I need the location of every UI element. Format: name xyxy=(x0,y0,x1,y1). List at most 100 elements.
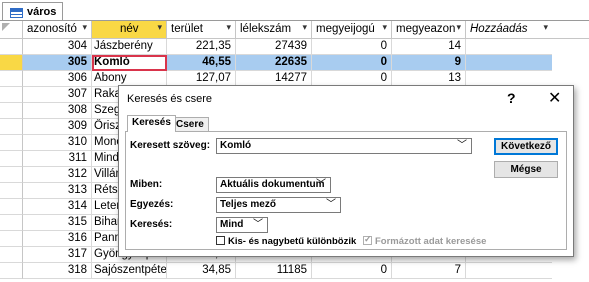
tab-kereses[interactable]: Keresés xyxy=(127,115,176,132)
population-cell[interactable]: 11185 xyxy=(236,263,312,279)
match-label: Egyezés: xyxy=(130,199,174,210)
select-all-corner[interactable] xyxy=(0,21,23,39)
population-cell[interactable]: 27439 xyxy=(236,39,312,55)
id-cell[interactable]: 308 xyxy=(23,103,92,119)
look-in-select[interactable]: Aktuális dokumentum ﹀ xyxy=(216,177,331,193)
table-row[interactable]: 304 Jászberény 221,35 27439 0 14 xyxy=(0,39,589,55)
chevron-down-icon[interactable]: ﹀ xyxy=(316,178,326,192)
id-cell[interactable]: 315 xyxy=(23,215,92,231)
column-header-label: lélekszám xyxy=(240,23,292,35)
row-selector[interactable] xyxy=(0,263,23,279)
name-cell[interactable]: Sajószentpéter xyxy=(92,263,167,279)
row-selector[interactable] xyxy=(0,103,23,119)
search-text-combo[interactable]: Komló ﹀ xyxy=(216,138,472,154)
add-cell[interactable] xyxy=(466,263,552,279)
column-dropdown-icon[interactable]: ▾ xyxy=(82,22,87,33)
look-in-label: Miben: xyxy=(130,179,163,190)
column-dropdown-icon[interactable]: ▾ xyxy=(302,22,307,33)
area-cell[interactable]: 46,55 xyxy=(167,55,236,71)
column-dropdown-icon[interactable]: ▾ xyxy=(382,22,387,33)
name-cell[interactable]: Jászberény xyxy=(92,39,167,55)
county-cell[interactable]: 7 xyxy=(392,263,466,279)
id-cell[interactable]: 304 xyxy=(23,39,92,55)
search-text-value: Komló xyxy=(220,140,252,151)
column-header-label: megyeazon xyxy=(396,23,456,35)
chevron-down-icon[interactable]: ﹀ xyxy=(326,198,336,212)
county-cell[interactable]: 9 xyxy=(392,55,466,71)
formatted-search-checkbox[interactable]: Formázott adat keresése xyxy=(363,234,486,247)
close-icon[interactable]: ✕ xyxy=(548,88,561,108)
county-seat-cell[interactable]: 0 xyxy=(312,55,392,71)
column-header-nev[interactable]: név ▾ xyxy=(92,21,167,39)
row-selector[interactable] xyxy=(0,71,23,87)
add-cell[interactable] xyxy=(466,39,552,55)
add-cell[interactable] xyxy=(466,55,552,71)
search-text-label: Keresett szöveg: xyxy=(130,140,211,151)
column-header-terulet[interactable]: terület ▾ xyxy=(167,21,236,39)
area-cell[interactable]: 34,85 xyxy=(167,263,236,279)
row-selector[interactable] xyxy=(0,231,23,247)
county-seat-cell[interactable]: 0 xyxy=(312,263,392,279)
row-selector[interactable] xyxy=(0,119,23,135)
chevron-down-icon[interactable]: ﹀ xyxy=(457,139,467,153)
row-selector[interactable] xyxy=(0,87,23,103)
id-cell[interactable]: 305 xyxy=(23,55,92,71)
find-next-button[interactable]: Következő xyxy=(494,138,558,155)
column-header-label: név xyxy=(120,23,139,35)
table-tab-varos[interactable]: város xyxy=(2,2,63,21)
match-value: Teljes mező xyxy=(220,199,276,210)
id-cell[interactable]: 314 xyxy=(23,199,92,215)
chevron-down-icon[interactable]: ﹀ xyxy=(253,218,263,232)
id-cell[interactable]: 318 xyxy=(23,263,92,279)
id-cell[interactable]: 306 xyxy=(23,71,92,87)
header-filler xyxy=(552,21,589,39)
column-header-hozzaadas[interactable]: Hozzáadás ▾ xyxy=(466,21,552,39)
help-icon[interactable]: ? xyxy=(507,90,516,106)
direction-select[interactable]: Mind ﹀ xyxy=(216,217,268,233)
column-header-megyeazon[interactable]: megyeazon ▾ xyxy=(392,21,466,39)
direction-value: Mind xyxy=(220,219,244,230)
id-cell[interactable]: 313 xyxy=(23,183,92,199)
id-cell[interactable]: 317 xyxy=(23,247,92,263)
id-cell[interactable]: 307 xyxy=(23,87,92,103)
id-cell[interactable]: 316 xyxy=(23,231,92,247)
id-cell[interactable]: 311 xyxy=(23,151,92,167)
cancel-button[interactable]: Mégse xyxy=(494,161,558,178)
column-dropdown-icon[interactable]: ▾ xyxy=(543,22,548,33)
id-cell[interactable]: 310 xyxy=(23,135,92,151)
select-all-icon xyxy=(2,23,10,31)
county-cell[interactable]: 14 xyxy=(392,39,466,55)
row-selector[interactable] xyxy=(0,39,23,55)
column-header-lelekszam[interactable]: lélekszám ▾ xyxy=(236,21,312,39)
row-selector[interactable] xyxy=(0,247,23,263)
id-cell[interactable]: 309 xyxy=(23,119,92,135)
population-cell[interactable]: 22635 xyxy=(236,55,312,71)
row-selector[interactable] xyxy=(0,215,23,231)
column-header-megyeijogu[interactable]: megyeijogú ▾ xyxy=(312,21,392,39)
column-header-azonosito[interactable]: azonosító ▾ xyxy=(23,21,92,39)
tab-csere[interactable]: Csere xyxy=(171,117,209,132)
id-cell[interactable]: 312 xyxy=(23,167,92,183)
row-selector[interactable] xyxy=(0,55,23,71)
find-replace-dialog: Keresés és csere ? ✕ Keresés Csere Keres… xyxy=(118,85,574,257)
row-selector[interactable] xyxy=(0,199,23,215)
row-selector[interactable] xyxy=(0,135,23,151)
match-select[interactable]: Teljes mező ﹀ xyxy=(216,197,341,213)
table-row[interactable]: 318 Sajószentpéter 34,85 11185 0 7 xyxy=(0,263,589,279)
column-dropdown-icon[interactable]: ▾ xyxy=(226,22,231,33)
county-seat-cell[interactable]: 0 xyxy=(312,39,392,55)
row-selector[interactable] xyxy=(0,167,23,183)
match-case-checkbox[interactable]: Kis- és nagybetű különbözik xyxy=(216,236,356,247)
area-cell[interactable]: 221,35 xyxy=(167,39,236,55)
name-cell[interactable]: Komló xyxy=(92,55,167,71)
dialog-title: Keresés és csere xyxy=(127,93,212,105)
object-tab-strip: város xyxy=(0,0,589,21)
column-header-label: azonosító xyxy=(27,23,77,35)
row-selector[interactable] xyxy=(0,151,23,167)
column-dropdown-icon[interactable]: ▾ xyxy=(456,22,461,33)
column-dropdown-icon[interactable]: ▾ xyxy=(157,22,162,33)
checkbox-icon[interactable] xyxy=(363,234,372,245)
checkbox-icon[interactable] xyxy=(216,236,225,245)
table-row[interactable]: 305 Komló 46,55 22635 0 9 xyxy=(0,55,589,71)
row-selector[interactable] xyxy=(0,183,23,199)
